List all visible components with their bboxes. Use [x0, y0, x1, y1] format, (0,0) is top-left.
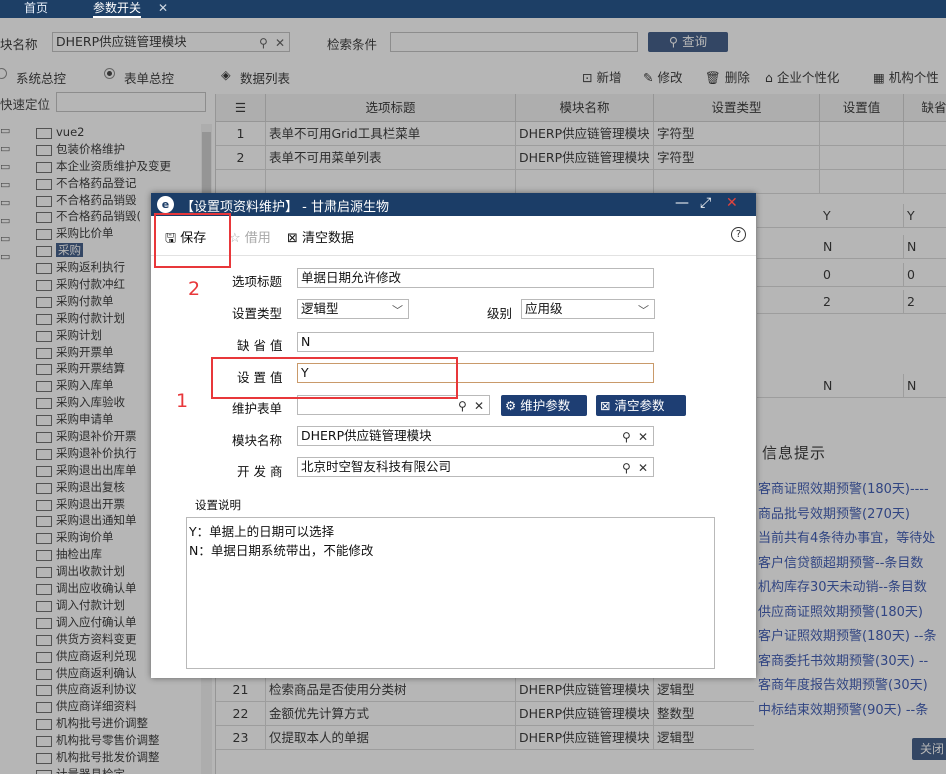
- maintain-param-button[interactable]: ⚙ 维护参数: [501, 395, 587, 416]
- clear-param-button[interactable]: ⊠ 清空参数: [596, 395, 686, 416]
- setting-dialog: e 【设置项资料维护】 - 甘肃启源生物 — ⤢ ✕ 🖫 保存 ☆ 借用 ⊠ 清…: [151, 193, 756, 678]
- tab-bar: 首页 参数开关 ✕: [0, 0, 946, 18]
- chevron-down-icon: ﹀: [392, 304, 403, 317]
- search-icon[interactable]: ⚲: [622, 459, 631, 476]
- clear-icon[interactable]: ✕: [638, 459, 648, 476]
- search-icon[interactable]: ⚲: [622, 428, 631, 445]
- default-label: 缺 省 值: [237, 338, 283, 353]
- chevron-down-icon: ﹀: [638, 304, 649, 317]
- description-line: N：单据日期系统带出，不能修改: [189, 543, 374, 558]
- clear-icon: ⊠: [600, 398, 615, 413]
- clear-icon: ⊠: [287, 231, 303, 246]
- description-label: 设置说明: [195, 498, 241, 512]
- module-label: 模块名称: [232, 433, 283, 448]
- annotation-box-setting: [211, 357, 458, 399]
- help-icon[interactable]: ?: [731, 227, 746, 242]
- search-icon[interactable]: ⚲: [458, 397, 467, 414]
- tab-close-icon[interactable]: ✕: [158, 0, 168, 16]
- tab-params[interactable]: 参数开关: [93, 0, 142, 18]
- form-label: 维护表单: [232, 401, 283, 416]
- title-label: 选项标题: [232, 274, 283, 289]
- default-input[interactable]: N: [297, 332, 654, 352]
- type-select[interactable]: 逻辑型 ﹀: [297, 299, 409, 319]
- developer-label: 开 发 商: [237, 464, 283, 479]
- level-select[interactable]: 应用级 ﹀: [521, 299, 655, 319]
- app-logo-icon: e: [157, 196, 174, 213]
- close-icon[interactable]: ✕: [726, 195, 738, 211]
- maximize-icon[interactable]: ⤢: [700, 195, 711, 211]
- borrow-button[interactable]: ☆ 借用: [229, 227, 271, 246]
- clear-icon[interactable]: ✕: [638, 428, 648, 445]
- type-label: 设置类型: [232, 306, 283, 321]
- description-textarea[interactable]: Y：单据上的日期可以选择 N：单据日期系统带出，不能修改: [186, 517, 715, 669]
- gear-icon: ⚙: [505, 398, 521, 413]
- annotation-box-save: [154, 213, 231, 268]
- clear-icon[interactable]: ✕: [474, 397, 484, 414]
- description-line: Y：单据上的日期可以选择: [189, 524, 335, 539]
- dialog-toolbar: 🖫 保存 ☆ 借用 ⊠ 清空数据 ?: [151, 216, 756, 256]
- module-input[interactable]: DHERP供应链管理模块 ⚲ ✕: [297, 426, 654, 446]
- developer-input[interactable]: 北京时空智友科技有限公司 ⚲ ✕: [297, 457, 654, 477]
- annotation-number-2: 2: [188, 278, 201, 300]
- level-label: 级别: [487, 306, 513, 321]
- minimize-icon[interactable]: —: [675, 195, 689, 211]
- tab-home[interactable]: 首页: [24, 0, 48, 18]
- annotation-number-1: 1: [176, 390, 189, 412]
- title-input[interactable]: 单据日期允许修改: [297, 268, 654, 288]
- star-icon: ☆: [229, 231, 245, 246]
- dialog-title-bar: e 【设置项资料维护】 - 甘肃启源生物 — ⤢ ✕: [151, 193, 756, 216]
- clear-data-button[interactable]: ⊠ 清空数据: [287, 227, 354, 246]
